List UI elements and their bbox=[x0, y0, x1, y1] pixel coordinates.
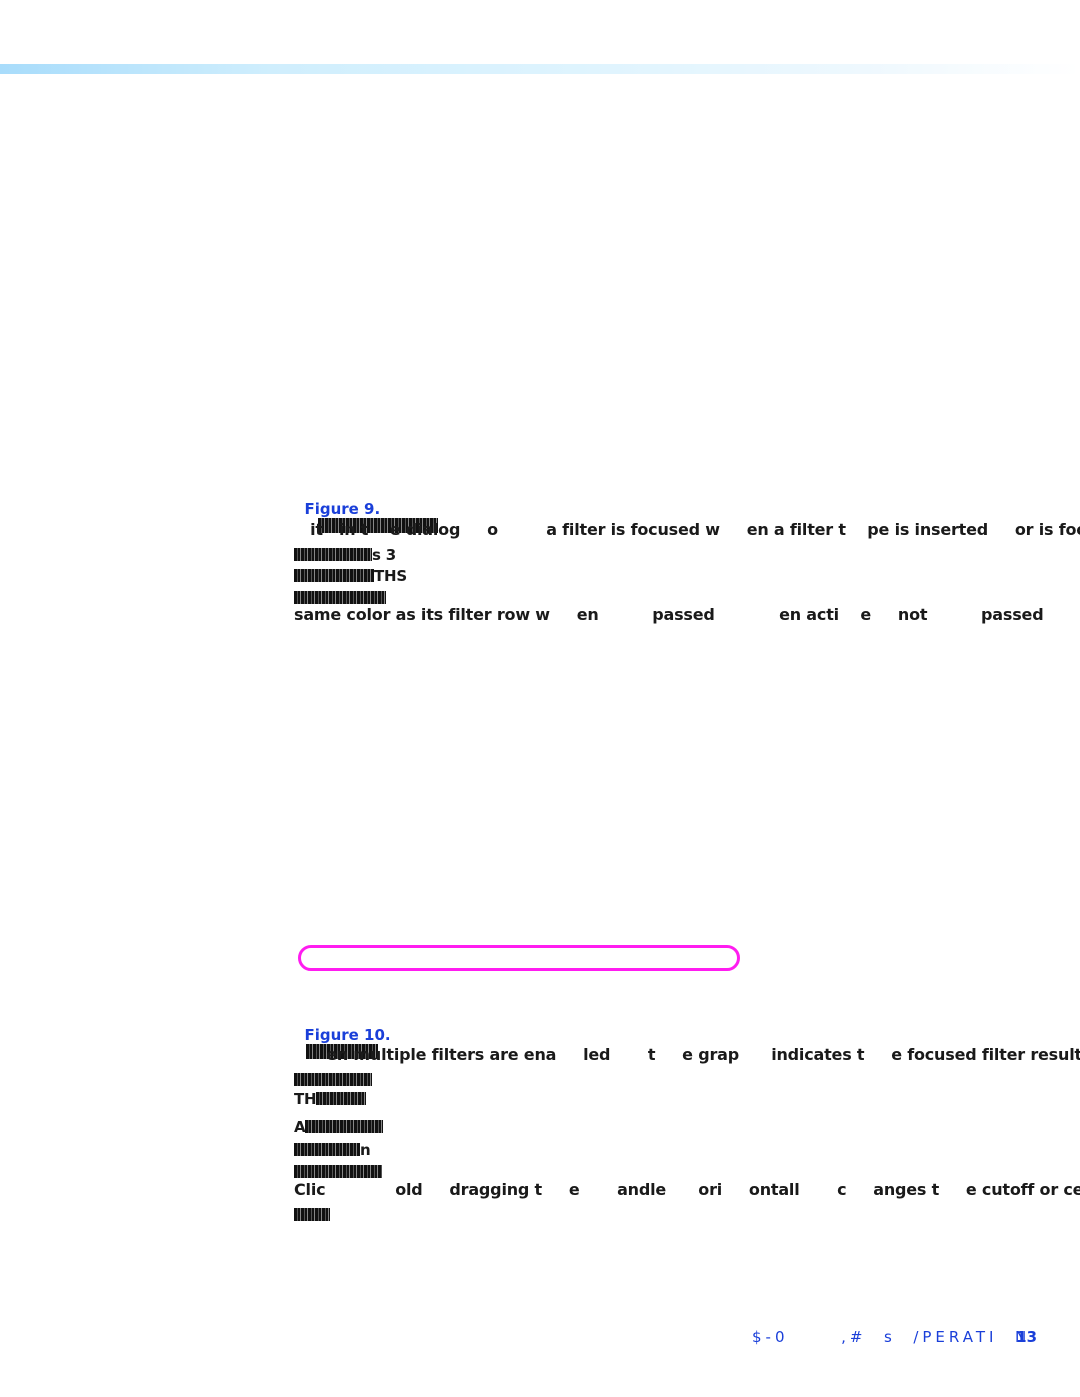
paragraph-3-line-5 bbox=[294, 1205, 330, 1224]
footer-text: $-0 ,# s /PERATI N bbox=[752, 1328, 1031, 1346]
garbled-text bbox=[294, 569, 374, 582]
paragraph-1-line-3: THS bbox=[294, 566, 407, 585]
garbled-text bbox=[316, 1092, 367, 1105]
highlight-outline bbox=[298, 945, 740, 971]
paragraph-2-line-3-text: TH bbox=[294, 1090, 317, 1108]
paragraph-3-line-4: Clic old dragging t e andle ori ontall c… bbox=[294, 1180, 1080, 1199]
figure-9-label: Figure 9. bbox=[304, 500, 381, 518]
paragraph-2-line-1: en multiple filters are ena led t e grap… bbox=[294, 1045, 1080, 1064]
paragraph-3-line-3 bbox=[294, 1162, 382, 1181]
garbled-text bbox=[294, 548, 372, 561]
page-footer: $-0 ,# s /PERATI N13 bbox=[752, 1328, 1037, 1346]
garbled-text bbox=[294, 1143, 360, 1156]
paragraph-2-line-2 bbox=[294, 1070, 372, 1089]
paragraph-3-line-1: A bbox=[294, 1117, 384, 1136]
paragraph-3-line-2: n bbox=[294, 1140, 371, 1159]
garbled-text bbox=[294, 1073, 372, 1086]
paragraph-1-line-5: same color as its filter row w en passed… bbox=[294, 605, 1044, 624]
paragraph-2-line-3: TH bbox=[294, 1089, 367, 1108]
garbled-text bbox=[294, 1165, 382, 1178]
paragraph-3-line-2-text: n bbox=[360, 1141, 371, 1159]
paragraph-1-line-1: it in t e dialog o a filter is focused w… bbox=[294, 520, 1080, 539]
paragraph-1-line-2: s 3 bbox=[294, 545, 396, 564]
garbled-text bbox=[294, 1208, 330, 1221]
paragraph-3-line-1-text: A bbox=[294, 1118, 306, 1136]
figure-10-label: Figure 10. bbox=[304, 1026, 391, 1044]
garbled-text bbox=[294, 591, 386, 604]
paragraph-1-line-3-text: THS bbox=[374, 567, 407, 585]
paragraph-1-line-2-text: s 3 bbox=[372, 546, 396, 564]
page-number: 13 bbox=[1016, 1328, 1038, 1346]
header-band bbox=[0, 64, 1080, 74]
garbled-text bbox=[305, 1120, 384, 1133]
